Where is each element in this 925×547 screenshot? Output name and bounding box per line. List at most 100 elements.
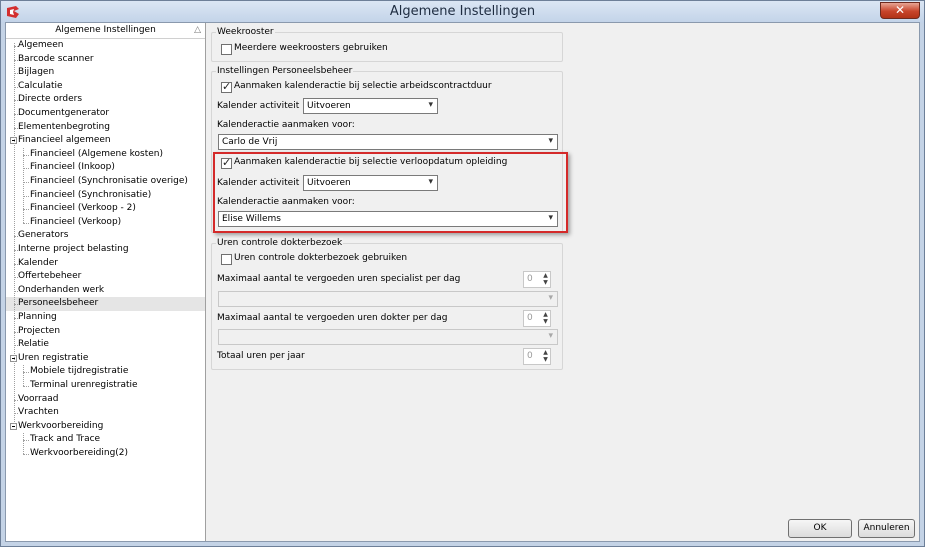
tree-item[interactable]: Onderhanden werk bbox=[6, 284, 205, 298]
tree-item[interactable]: Voorraad bbox=[6, 393, 205, 407]
spin-down-icon[interactable]: ▼ bbox=[542, 318, 549, 325]
tree-item[interactable]: Werkvoorbereiding bbox=[6, 420, 205, 434]
tree-item-label: Vrachten bbox=[18, 407, 59, 418]
dokter-select[interactable]: ▾ bbox=[218, 329, 558, 345]
tree-item[interactable]: Financieel (Inkoop) bbox=[6, 161, 205, 175]
tree-item-label: Uren registratie bbox=[18, 352, 89, 363]
spin-up-icon[interactable]: ▲ bbox=[542, 349, 549, 356]
tree-item-label: Financieel (Synchronisatie) bbox=[30, 189, 152, 200]
tree-item-label: Calculatie bbox=[18, 80, 63, 91]
cancel-button[interactable]: Annuleren bbox=[858, 519, 915, 538]
tree-header[interactable]: Algemene Instellingen △ bbox=[6, 23, 205, 39]
tree-item[interactable]: Financieel (Synchronisatie) bbox=[6, 189, 205, 203]
tree-item[interactable]: Financieel (Synchronisatie overige) bbox=[6, 175, 205, 189]
tree-item[interactable]: Mobiele tijdregistratie bbox=[6, 365, 205, 379]
tree-item-label: Algemeen bbox=[18, 40, 64, 50]
tree-item-label: Werkvoorbereiding(2) bbox=[30, 448, 129, 458]
tree-item[interactable]: Calculatie bbox=[6, 80, 205, 94]
tree-item[interactable]: Personeelsbeheer bbox=[6, 297, 205, 311]
tree-item[interactable]: Financieel algemeen bbox=[6, 134, 205, 148]
tree-item[interactable]: Financieel (Verkoop - 2) bbox=[6, 202, 205, 216]
for-value: Carlo de Vrij bbox=[222, 137, 278, 147]
tree-item[interactable]: Algemeen bbox=[6, 39, 205, 53]
dokter-spinner[interactable]: 0 ▲ ▼ bbox=[523, 310, 551, 327]
totaal-value: 0 bbox=[527, 351, 533, 361]
uren-controle-checkbox[interactable] bbox=[221, 254, 232, 265]
tree-item-label: Documentgenerator bbox=[18, 108, 110, 118]
annotation-highlight-box bbox=[213, 152, 568, 233]
tree-item-label: Financieel (Verkoop) bbox=[30, 216, 122, 227]
settings-tree[interactable]: Algemene Instellingen △ Algemeen Barcode … bbox=[6, 23, 206, 541]
tree-item-label: Terminal urenregistratie bbox=[30, 380, 138, 390]
tree-connector bbox=[23, 454, 29, 455]
contract-checkbox[interactable] bbox=[221, 80, 232, 93]
spin-up-icon[interactable]: ▲ bbox=[542, 272, 549, 279]
tree-item[interactable]: Generators bbox=[6, 229, 205, 243]
dokter-value: 0 bbox=[527, 313, 533, 323]
tree-item[interactable]: Documentgenerator bbox=[6, 107, 205, 121]
tree-branch-line bbox=[23, 365, 24, 386]
tree-item[interactable]: Directe orders bbox=[6, 93, 205, 107]
tree-item[interactable]: Vrachten bbox=[6, 406, 205, 420]
tree-header-label: Algemene Instellingen bbox=[55, 25, 156, 35]
tree-item[interactable]: Planning bbox=[6, 311, 205, 325]
tree-branch-line bbox=[23, 433, 24, 454]
tree-item[interactable]: Projecten bbox=[6, 325, 205, 339]
tree-item[interactable]: Track and Trace bbox=[6, 433, 205, 447]
tree-item[interactable]: Kalender bbox=[6, 257, 205, 271]
spin-down-icon[interactable]: ▼ bbox=[542, 279, 549, 286]
personeelsbeheer-legend: Instellingen Personeelsbeheer bbox=[216, 66, 354, 76]
tree-item[interactable]: Uren registratie bbox=[6, 352, 205, 366]
activity-value: Uitvoeren bbox=[307, 101, 351, 111]
totaal-label: Totaal uren per jaar bbox=[217, 351, 305, 361]
dokter-label: Maximaal aantal te vergoeden uren dokter… bbox=[217, 313, 448, 323]
tree-connector bbox=[23, 386, 29, 387]
ok-button[interactable]: OK bbox=[788, 519, 852, 538]
tree-item[interactable]: Barcode scanner bbox=[6, 53, 205, 67]
multi-weekrooster-checkbox[interactable] bbox=[221, 44, 232, 55]
tree-item-label: Kalender bbox=[18, 257, 58, 268]
tree-connector bbox=[23, 222, 29, 224]
tree-item[interactable]: Terminal urenregistratie bbox=[6, 379, 205, 393]
tree-item-label: Financieel (Algemene kosten) bbox=[30, 148, 164, 159]
uren-controle-legend: Uren controle dokterbezoek bbox=[216, 238, 344, 248]
chevron-down-icon: ▾ bbox=[548, 331, 553, 341]
settings-window: Algemene Instellingen ✕ Algemene Instell… bbox=[0, 0, 925, 547]
tree-item[interactable]: Relatie bbox=[6, 338, 205, 352]
close-button[interactable]: ✕ bbox=[880, 2, 920, 19]
uren-controle-label[interactable]: Uren controle dokterbezoek gebruiken bbox=[234, 253, 407, 263]
tree-item-label: Financieel (Verkoop - 2) bbox=[30, 203, 136, 214]
tree-item-label: Personeelsbeheer bbox=[18, 298, 99, 309]
tree-item-label: Mobiele tijdregistratie bbox=[30, 366, 129, 377]
tree-item-label: Financieel (Inkoop) bbox=[30, 162, 115, 173]
tree-item[interactable]: Interne project belasting bbox=[6, 243, 205, 257]
multi-weekrooster-label[interactable]: Meerdere weekroosters gebruiken bbox=[234, 43, 388, 53]
title-bar[interactable]: Algemene Instellingen ✕ bbox=[1, 1, 924, 23]
dialog-client: Algemene Instellingen △ Algemeen Barcode … bbox=[5, 22, 920, 542]
tree-item-label: Relatie bbox=[18, 339, 49, 350]
tree-item-label: Directe orders bbox=[18, 94, 83, 105]
specialist-select[interactable]: ▾ bbox=[218, 291, 558, 307]
contract-label[interactable]: Aanmaken kalenderactie bij selectie arbe… bbox=[234, 81, 492, 91]
tree-item-label: Bijlagen bbox=[18, 67, 55, 78]
for-select[interactable]: Carlo de Vrij ▾ bbox=[218, 134, 558, 150]
tree-item[interactable]: Bijlagen bbox=[6, 66, 205, 80]
specialist-spinner[interactable]: 0 ▲ ▼ bbox=[523, 271, 551, 288]
tree-item[interactable]: Offertebeheer bbox=[6, 270, 205, 284]
tree-item[interactable]: Elementenbegroting bbox=[6, 121, 205, 135]
spin-down-icon[interactable]: ▼ bbox=[542, 356, 549, 363]
activity-select[interactable]: Uitvoeren ▾ bbox=[303, 98, 438, 114]
close-icon: ✕ bbox=[894, 3, 906, 17]
collapse-icon[interactable] bbox=[10, 422, 17, 430]
tree-item[interactable]: Financieel (Verkoop) bbox=[6, 216, 205, 230]
totaal-spinner[interactable]: 0 ▲ ▼ bbox=[523, 348, 551, 365]
spin-up-icon[interactable]: ▲ bbox=[542, 311, 549, 318]
tree-item-label: Barcode scanner bbox=[18, 53, 94, 64]
tree-item-label: Financieel (Synchronisatie overige) bbox=[30, 176, 188, 186]
tree-item[interactable]: Financieel (Algemene kosten) bbox=[6, 148, 205, 162]
tree-item[interactable]: Werkvoorbereiding(2) bbox=[6, 447, 205, 461]
chevron-down-icon: ▾ bbox=[428, 100, 433, 110]
sort-ascending-icon[interactable]: △ bbox=[194, 23, 201, 38]
tree-item-label: Onderhanden werk bbox=[18, 284, 105, 295]
tree-item-label: Offertebeheer bbox=[18, 271, 82, 282]
